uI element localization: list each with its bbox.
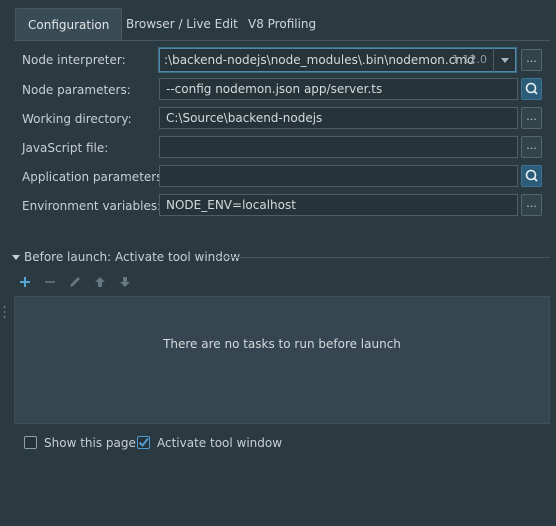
tab-bar: Configuration Browser / Live Edit V8 Pro… xyxy=(0,0,556,41)
node-parameters-input[interactable]: --config nodemon.json app/server.ts xyxy=(159,78,518,100)
activate-tool-window-label: Activate tool window xyxy=(157,436,283,450)
show-this-page-checkbox[interactable] xyxy=(24,436,37,449)
working-directory-browse-button[interactable]: ... xyxy=(521,107,542,129)
tab-panel-border xyxy=(14,40,550,41)
node-interpreter-browse-button[interactable]: ... xyxy=(521,49,542,71)
node-parameters-label: Node parameters: xyxy=(22,83,131,97)
node-interpreter-combobox[interactable]: :\backend-nodejs\node_modules\.bin\nodem… xyxy=(159,48,516,72)
macro-search-icon xyxy=(525,169,538,182)
environment-variables-label: Environment variables: xyxy=(22,199,162,213)
section-divider xyxy=(216,257,550,258)
working-directory-label: Working directory: xyxy=(22,112,132,126)
show-this-page-label: Show this page xyxy=(44,436,136,450)
javascript-file-input[interactable] xyxy=(159,136,518,158)
triangle-down-icon xyxy=(12,255,20,260)
edit-icon[interactable] xyxy=(67,274,83,290)
node-interpreter-label: Node interpreter: xyxy=(22,53,126,67)
move-up-icon[interactable] xyxy=(92,274,108,290)
javascript-file-browse-button[interactable]: ... xyxy=(521,136,542,158)
chevron-down-icon xyxy=(501,58,509,63)
application-parameters-input[interactable] xyxy=(159,165,518,187)
before-launch-title: Before launch: Activate tool window xyxy=(24,250,241,264)
application-parameters-macro-button[interactable] xyxy=(521,165,542,187)
before-launch-toggle[interactable]: Before launch: Activate tool window xyxy=(12,250,240,264)
application-parameters-label: Application parameters: xyxy=(22,170,167,184)
tab-v8-profiling[interactable]: V8 Profiling xyxy=(236,8,328,40)
remove-icon[interactable] xyxy=(42,274,58,290)
node-interpreter-value: :\backend-nodejs\node_modules\.bin\nodem… xyxy=(164,53,475,67)
node-interpreter-dropdown-button[interactable] xyxy=(493,48,516,72)
macro-search-icon xyxy=(525,82,538,95)
javascript-file-label: JavaScript file: xyxy=(22,141,109,155)
tab-browser-live-edit[interactable]: Browser / Live Edit xyxy=(114,8,250,40)
resize-handle[interactable] xyxy=(3,305,6,319)
working-directory-input[interactable]: C:\Source\backend-nodejs xyxy=(159,107,518,129)
before-launch-tasks-list[interactable]: There are no tasks to run before launch xyxy=(14,296,550,424)
checkmark-icon xyxy=(138,437,149,448)
activate-tool-window-checkbox[interactable] xyxy=(137,436,150,449)
add-icon[interactable] xyxy=(17,274,33,290)
environment-variables-browse-button[interactable]: ... xyxy=(521,194,542,216)
tab-configuration[interactable]: Configuration xyxy=(15,8,123,41)
node-parameters-macro-button[interactable] xyxy=(521,78,542,100)
environment-variables-input[interactable]: NODE_ENV=localhost xyxy=(159,194,518,216)
move-down-icon[interactable] xyxy=(117,274,133,290)
empty-tasks-message: There are no tasks to run before launch xyxy=(163,337,401,351)
node-version: 1.12.0 xyxy=(452,53,487,66)
